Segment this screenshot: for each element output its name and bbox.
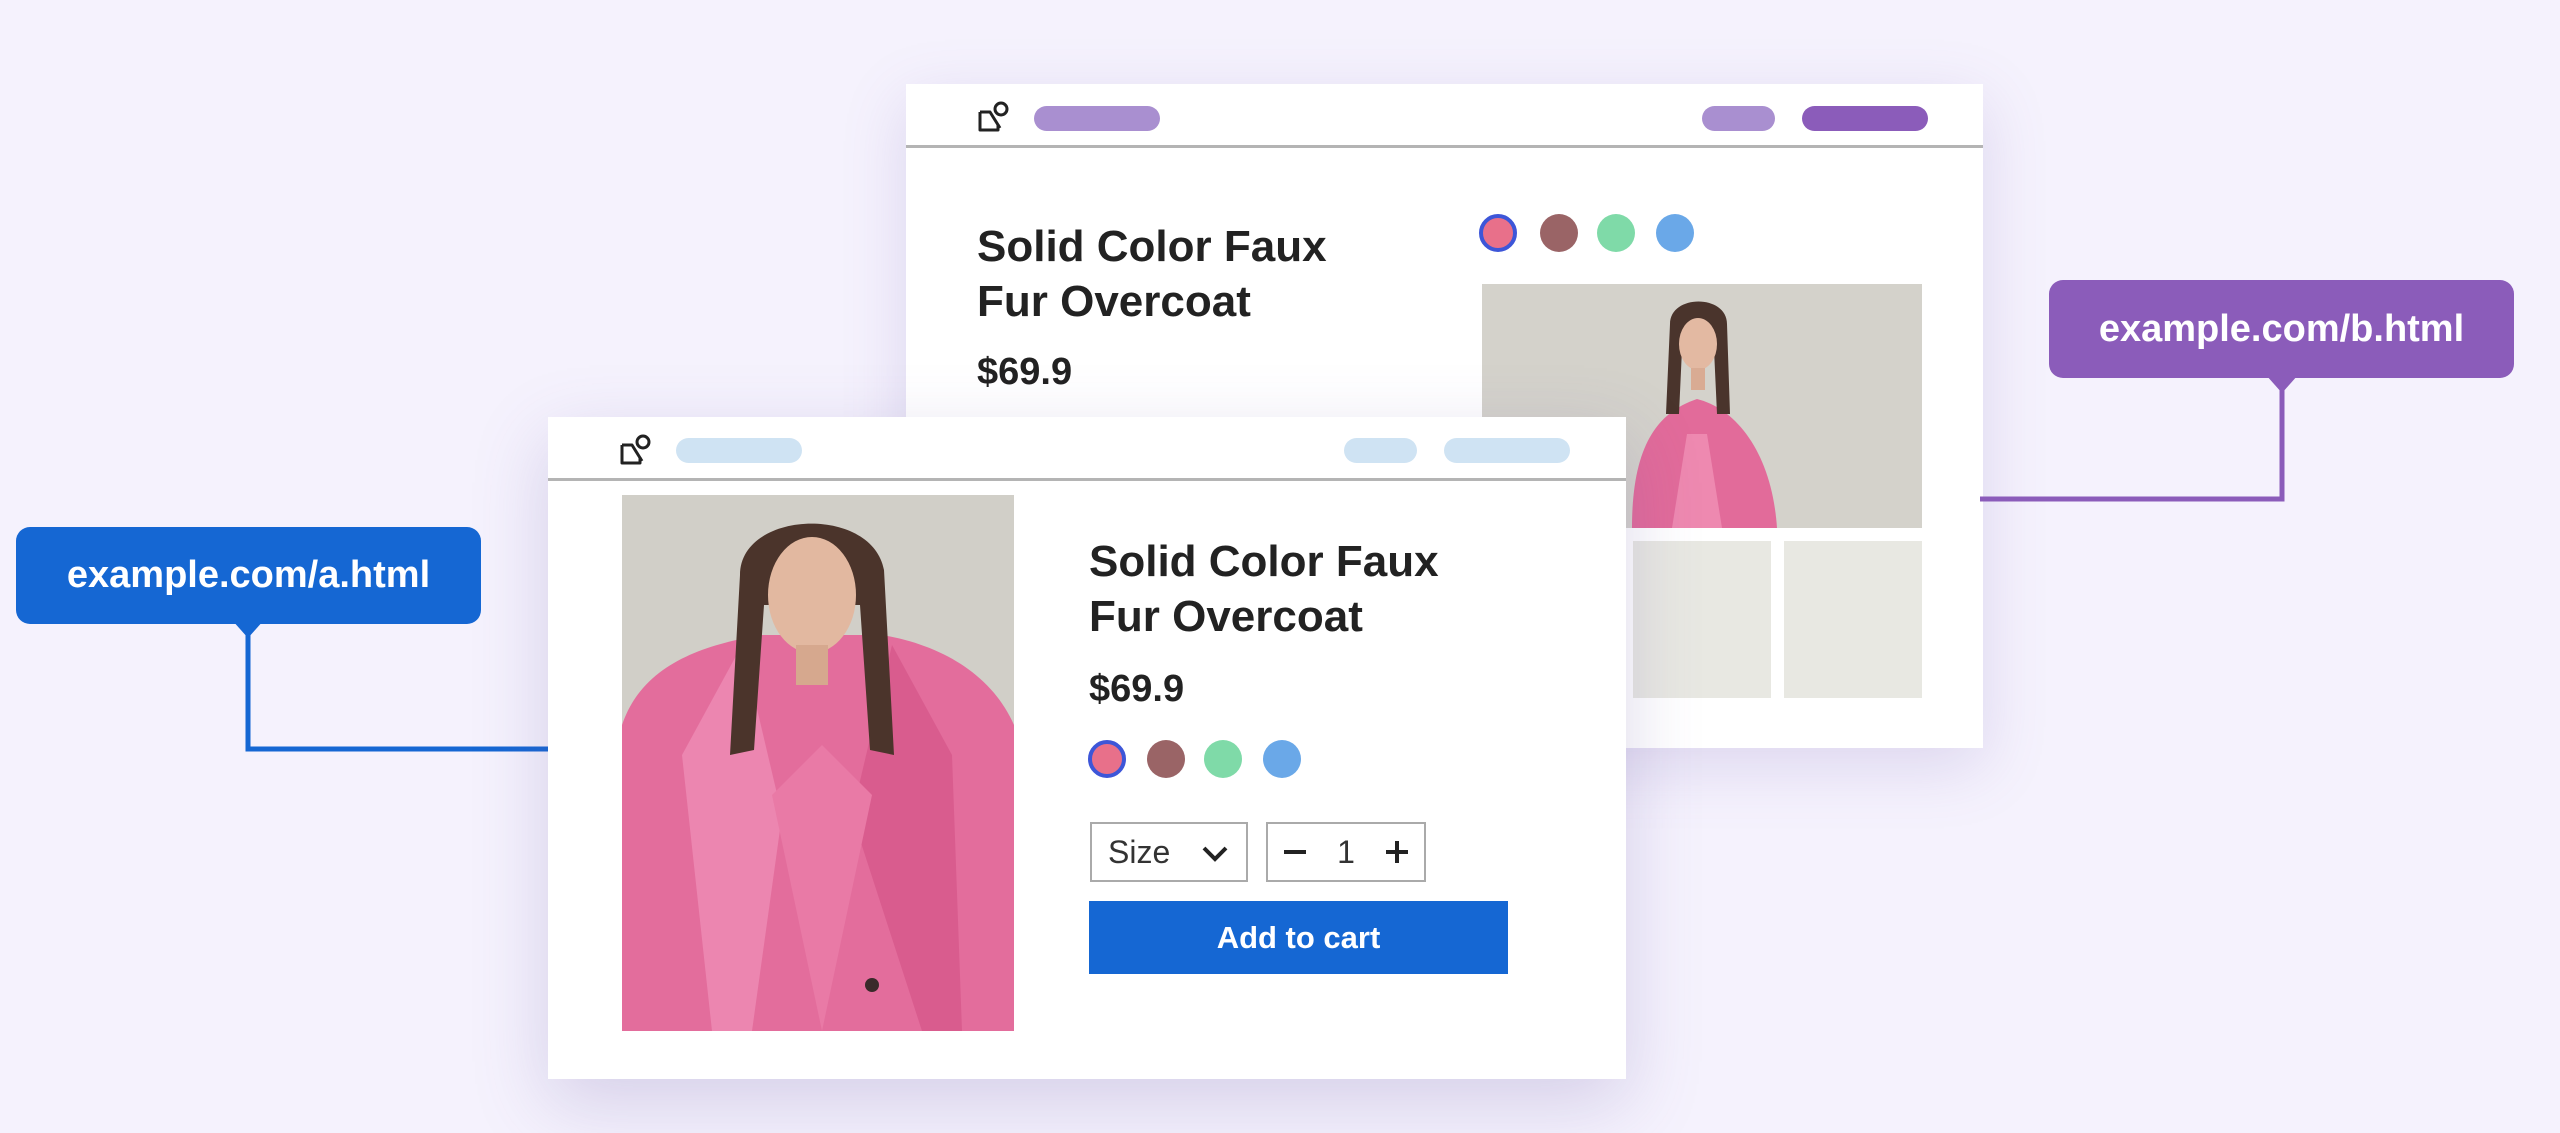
variant-a-product-title: Solid Color Faux Fur Overcoat xyxy=(1089,534,1439,644)
variant-a-price: $69.9 xyxy=(1089,668,1185,710)
variant-b-nav-placeholder[interactable] xyxy=(1034,106,1160,131)
variant-a-nav-cta-placeholder[interactable] xyxy=(1444,438,1570,463)
quantity-stepper: 1 xyxy=(1266,822,1426,882)
variant-a-swatch-blue[interactable] xyxy=(1263,740,1301,778)
variant-a-nav-link-placeholder[interactable] xyxy=(1344,438,1417,463)
variant-b-thumbnail-2[interactable] xyxy=(1784,541,1922,698)
connector-line-b xyxy=(1980,385,2285,502)
variant-a-nav-placeholder[interactable] xyxy=(676,438,802,463)
add-to-cart-button[interactable]: Add to cart xyxy=(1089,901,1508,974)
variant-a-swatch-green[interactable] xyxy=(1204,740,1242,778)
variant-b-title-line-2: Fur Overcoat xyxy=(977,277,1251,326)
variant-b-price: $69.9 xyxy=(977,351,1073,393)
variant-b-swatch-pink[interactable] xyxy=(1479,214,1517,252)
variant-b-product-title: Solid Color Faux Fur Overcoat xyxy=(977,219,1327,329)
shape-logo-icon xyxy=(620,434,651,465)
variant-a-navbar xyxy=(548,417,1626,481)
variant-a-swatch-brown[interactable] xyxy=(1147,740,1185,778)
variant-a-product-image[interactable] xyxy=(622,495,1014,1031)
variant-b-title-line-1: Solid Color Faux xyxy=(977,222,1327,271)
variant-b-nav-link-placeholder[interactable] xyxy=(1702,106,1775,131)
variant-b-url-tag-pointer xyxy=(2266,375,2298,393)
variant-a-title-line-2: Fur Overcoat xyxy=(1089,592,1363,641)
variant-b-swatch-blue[interactable] xyxy=(1656,214,1694,252)
variant-b-swatch-green[interactable] xyxy=(1597,214,1635,252)
chevron-down-icon xyxy=(1202,846,1228,862)
variant-a-url-tag: example.com/a.html xyxy=(16,527,481,624)
shape-logo-icon xyxy=(978,101,1009,132)
size-dropdown[interactable]: Size xyxy=(1090,822,1248,882)
variant-a-url-tag-pointer xyxy=(232,620,264,638)
plus-icon[interactable] xyxy=(1380,835,1414,869)
quantity-value[interactable]: 1 xyxy=(1337,834,1355,871)
variant-a-page: Solid Color Faux Fur Overcoat $69.9 Size… xyxy=(548,417,1626,1079)
variant-a-title-line-1: Solid Color Faux xyxy=(1089,537,1439,586)
variant-a-swatch-pink[interactable] xyxy=(1088,740,1126,778)
variant-b-swatch-brown[interactable] xyxy=(1540,214,1578,252)
variant-b-thumbnail-1[interactable] xyxy=(1633,541,1771,698)
variant-b-navbar xyxy=(906,84,1983,148)
variant-b-nav-cta-placeholder[interactable] xyxy=(1802,106,1928,131)
variant-b-url-tag: example.com/b.html xyxy=(2049,280,2514,378)
connector-line-a xyxy=(245,630,560,752)
size-label: Size xyxy=(1108,833,1171,870)
minus-icon[interactable] xyxy=(1278,835,1312,869)
